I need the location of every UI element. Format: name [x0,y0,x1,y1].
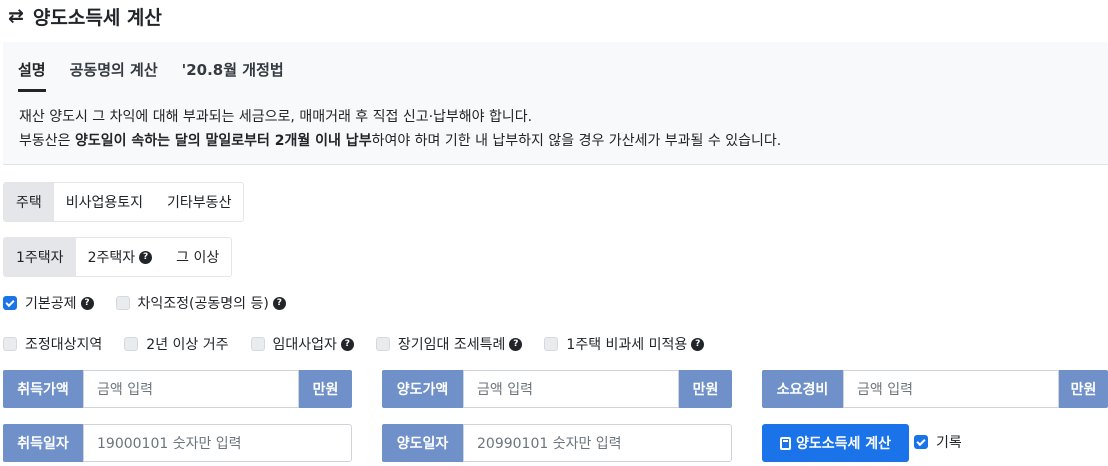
expenses-label: 소요경비 [762,370,843,408]
checkbox-unchecked-icon[interactable] [3,337,17,351]
description-text: 재산 양도시 그 차익에 대해 부과되는 세금으로, 매매거래 후 직접 신고·… [19,105,781,153]
house-count-more-label: 그 이상 [176,250,220,266]
description-line-2-suffix: 하여야 하며 기한 내 납부하지 않을 경우 가산세가 부과될 수 있습니다. [371,133,782,149]
rental-business-checkbox[interactable]: 임대사업자 ? [250,334,354,354]
gain-adjustment-label: 차익조정(공동명의 등) [137,296,269,312]
property-type-other-real-estate[interactable]: 기타부동산 [155,183,244,221]
calculator-icon [779,436,791,450]
basic-deduction-label: 기본공제 [25,296,77,312]
expenses-unit: 만원 [1059,370,1108,408]
transfer-price-label: 양도가액 [382,370,463,408]
options-row-2: 조정대상지역 2년 이상 거주 임대사업자 ? 장기임대 조세특례 ? 1주택 … [3,334,726,354]
gain-adjustment-checkbox[interactable]: 차익조정(공동명의 등) ? [115,293,286,313]
acquisition-price-unit: 만원 [299,370,352,408]
expenses-input[interactable]: 금액 입력 [843,370,1059,408]
info-tabs: 설명 공동명의 계산 '20.8월 개정법 [18,59,284,92]
property-type-non-business-land[interactable]: 비사업용토지 [53,183,156,221]
expenses-group: 소요경비 금액 입력 만원 [762,370,1108,408]
acquisition-price-label: 취득가액 [3,370,83,408]
house-count-two[interactable]: 2주택자? [75,238,165,276]
transfer-price-group: 양도가액 금액 입력 만원 [382,370,732,408]
regulated-area-label: 조정대상지역 [25,337,103,353]
help-icon[interactable]: ? [509,337,523,351]
acquisition-price-input[interactable]: 금액 입력 [83,370,299,408]
options-row-1: 기본공제 ? 차익조정(공동명의 등) ? [3,293,308,313]
tab-description[interactable]: 설명 [18,59,46,92]
single-house-non-exempt-checkbox[interactable]: 1주택 비과세 미적용 ? [544,334,705,354]
acquisition-date-label: 취득일자 [3,424,83,462]
rental-business-label: 임대사업자 [272,337,337,353]
description-line-2-bold: 양도일이 속하는 달의 말일로부터 2개월 이내 납부 [74,133,372,149]
single-house-non-exempt-label: 1주택 비과세 미적용 [566,337,688,353]
checkbox-checked-icon[interactable] [3,296,17,310]
transfer-price-unit: 만원 [679,370,732,408]
help-icon[interactable]: ? [691,337,705,351]
house-count-two-label: 2주택자 [87,250,136,266]
checkbox-checked-icon[interactable] [914,435,928,449]
record-checkbox[interactable]: 기록 [914,432,962,452]
checkbox-unchecked-icon[interactable] [544,337,559,351]
help-icon[interactable]: ? [139,250,153,264]
description-line-1: 재산 양도시 그 차익에 대해 부과되는 세금으로, 매매거래 후 직접 신고·… [19,109,533,125]
help-icon[interactable]: ? [340,337,354,351]
checkbox-unchecked-icon[interactable] [250,337,265,351]
property-type-group: 주택 비사업용토지 기타부동산 [3,182,245,222]
acquisition-price-group: 취득가액 금액 입력 만원 [3,370,352,408]
help-icon[interactable]: ? [272,296,286,310]
checkbox-unchecked-icon[interactable] [124,337,139,351]
long-term-rental-label: 장기임대 조세특례 [397,337,506,353]
two-year-residence-label: 2년 이상 거주 [146,337,229,353]
swap-arrows-icon: ⇄ [8,5,24,27]
basic-deduction-checkbox[interactable]: 기본공제 ? [3,293,94,313]
description-line-2-prefix: 부동산은 [19,133,75,149]
tab-2020-revision[interactable]: '20.8월 개정법 [182,59,284,92]
transfer-date-input[interactable]: 20990101 숫자만 입력 [463,424,732,462]
description-line-2: 부동산은 양도일이 속하는 달의 말일로부터 2개월 이내 납부하여야 하며 기… [19,129,781,153]
house-count-more[interactable]: 그 이상 [164,238,232,276]
tab-joint-ownership[interactable]: 공동명의 계산 [70,59,158,92]
help-icon[interactable]: ? [80,296,94,310]
page-header: ⇄ 양도소득세 계산 [8,2,162,30]
record-label: 기록 [936,435,962,451]
two-year-residence-checkbox[interactable]: 2년 이상 거주 [124,334,229,354]
house-count-group: 1주택자 2주택자? 그 이상 [3,237,233,277]
property-type-house[interactable]: 주택 [4,183,54,221]
acquisition-date-input[interactable]: 19000101 숫자만 입력 [83,424,352,462]
transfer-date-label: 양도일자 [382,424,463,462]
checkbox-unchecked-icon[interactable] [115,296,130,310]
regulated-area-checkbox[interactable]: 조정대상지역 [3,334,102,354]
acquisition-date-group: 취득일자 19000101 숫자만 입력 [3,424,352,462]
house-count-one[interactable]: 1주택자 [4,238,76,276]
long-term-rental-checkbox[interactable]: 장기임대 조세특례 ? [375,334,523,354]
checkbox-unchecked-icon[interactable] [375,337,390,351]
transfer-date-group: 양도일자 20990101 숫자만 입력 [382,424,732,462]
info-panel: 설명 공동명의 계산 '20.8월 개정법 재산 양도시 그 차익에 대해 부과… [3,42,1108,165]
page-title: 양도소득세 계산 [32,6,162,29]
transfer-price-input[interactable]: 금액 입력 [463,370,679,408]
calculate-tax-button[interactable]: 양도소득세 계산 [762,424,909,462]
house-count-one-label: 1주택자 [16,250,64,266]
calculate-tax-button-label: 양도소득세 계산 [795,436,892,452]
